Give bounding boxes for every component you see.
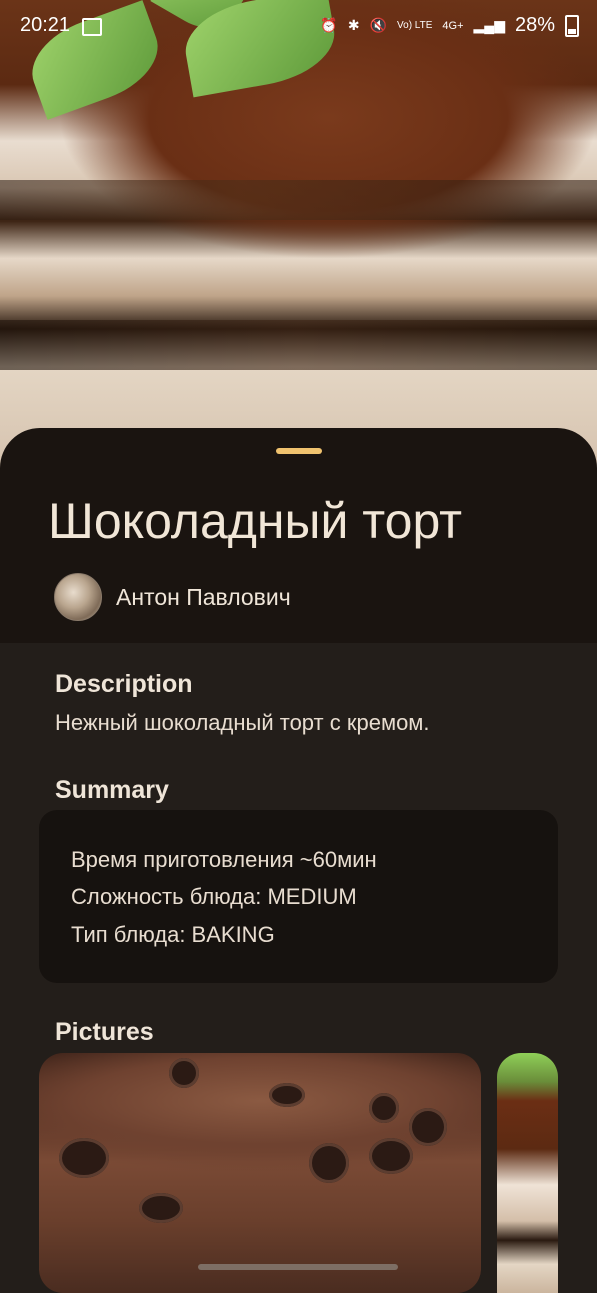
mute-icon: 🔇 [369,17,388,33]
status-bar: 20:21 ⏰ ✱ 🔇 Vo) LTE 4G+ ▂▄▆ 28% [0,0,597,52]
summary-cooking-time: Время приготовления ~60мин [71,847,377,872]
image-icon [82,18,102,36]
battery-icon [565,14,579,37]
recipe-content: Description Нежный шоколадный торт с кре… [0,643,597,1293]
pictures-heading: Pictures [55,1018,154,1046]
author-row[interactable]: Антон Павлович [54,573,291,621]
4g-icon: 4G+ [442,19,464,32]
author-name: Антон Павлович [116,583,291,610]
drag-handle[interactable] [276,448,322,454]
recipe-sheet-header: Шоколадный торт Антон Павлович [0,428,597,643]
recipe-picture[interactable] [39,1053,481,1293]
summary-dish-type: Тип блюда: BAKING [71,922,275,947]
summary-card: Время приготовления ~60мин Сложность блю… [39,810,558,983]
status-time: 20:21 [20,14,71,36]
battery-percentage: 28% [514,14,555,36]
recipe-title: Шоколадный торт [48,493,463,549]
alarm-icon: ⏰ [320,17,338,33]
bluetooth-icon: ✱ [347,17,360,33]
volte-icon: Vo) LTE [397,20,433,31]
recipe-picture[interactable] [497,1053,558,1293]
avatar [54,573,102,621]
status-icons: ⏰ ✱ 🔇 Vo) LTE 4G+ ▂▄▆ 28% [320,14,579,37]
hero-image [0,0,597,470]
description-text: Нежный шоколадный торт с кремом. [55,710,430,735]
description-heading: Description [55,670,193,698]
gesture-navigation-bar[interactable] [198,1264,398,1270]
summary-difficulty: Сложность блюда: MEDIUM [71,884,357,909]
summary-heading: Summary [55,776,169,804]
signal-icon: ▂▄▆ [473,17,505,33]
